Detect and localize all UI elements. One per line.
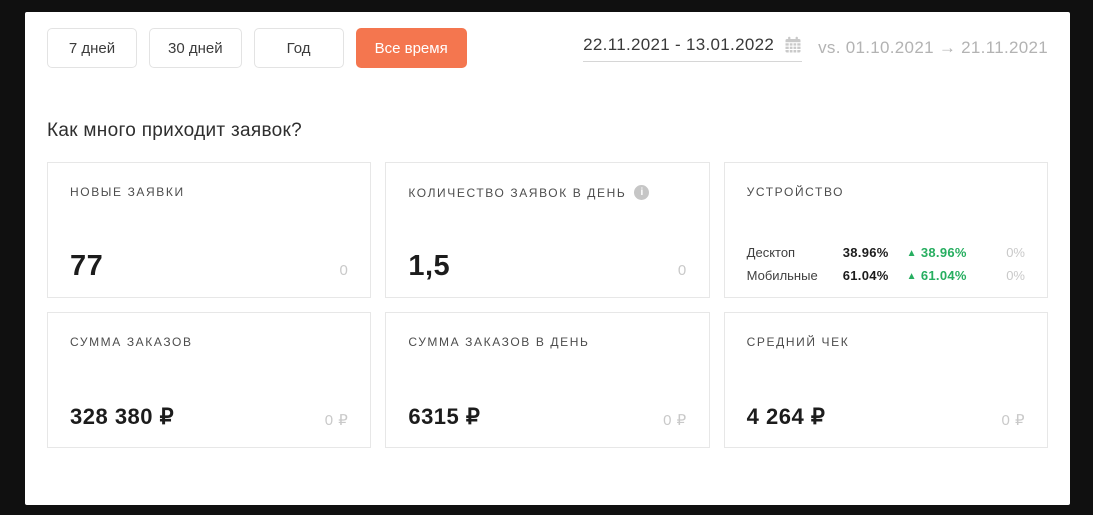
device-compare: 0% [1006,268,1025,283]
period-button-all-time[interactable]: Все время [355,28,467,68]
card-orders-sum: СУММА ЗАКАЗОВ 328 380 ₽ 0 ₽ [47,312,372,448]
device-value: 38.96% [842,245,889,260]
device-delta-value: 38.96% [920,245,967,260]
card-value: 6315 ₽ [408,404,481,429]
card-title-label: КОЛИЧЕСТВО ЗАЯВОК В ДЕНЬ [408,185,627,200]
calendar-icon[interactable] [784,36,802,54]
card-orders-per-day: СУММА ЗАКАЗОВ В ДЕНЬ 6315 ₽ 0 ₽ [385,312,710,448]
card-title: СУММА ЗАКАЗОВ [70,335,193,349]
card-device: УСТРОЙСТВО Десктоп 38.96% ▲ 38.96% 0% Моб… [723,162,1048,298]
device-label: Мобильные [746,268,818,283]
device-delta-value: 61.04% [920,268,967,283]
device-value: 61.04% [842,268,889,283]
metric-cards-grid: НОВЫЕ ЗАЯВКИ 77 0 КОЛИЧЕСТВО ЗАЯВОК В ДЕ… [47,162,1048,448]
card-value: 328 380 ₽ [70,404,175,429]
device-row-mobile: Мобильные 61.04% ▲ 61.04% 0% [747,268,1025,283]
comparison-range: vs. 01.10.2021 → 21.11.2021 [818,38,1048,57]
card-title: НОВЫЕ ЗАЯВКИ [70,185,185,199]
card-title: СУММА ЗАКАЗОВ В ДЕНЬ [408,335,590,349]
card-compare-value: 0 ₽ [324,412,349,429]
period-button-30-days[interactable]: 30 дней [149,28,242,68]
card-title: КОЛИЧЕСТВО ЗАЯВОК В ДЕНЬ i [408,185,686,200]
card-value: 4 264 ₽ [746,404,826,429]
toolbar: 7 дней 30 дней Год Все время 22.11.2021 … [47,28,1048,68]
card-new-requests: НОВЫЕ ЗАЯВКИ 77 0 [47,162,372,298]
device-delta: ▲ 61.04% [889,268,985,283]
card-value: 77 [70,250,104,282]
device-delta: ▲ 38.96% [889,245,985,260]
up-arrow-icon: ▲ [906,271,917,282]
card-compare-value: 0 [677,262,687,279]
card-requests-per-day: КОЛИЧЕСТВО ЗАЯВОК В ДЕНЬ i 1,5 0 [385,162,710,298]
page-frame: 7 дней 30 дней Год Все время 22.11.2021 … [0,0,1093,515]
card-compare-value: 0 [339,262,349,279]
device-row-desktop: Десктоп 38.96% ▲ 38.96% 0% [747,245,1025,260]
card-compare-value: 0 ₽ [1001,412,1025,429]
period-button-year[interactable]: Год [253,28,344,68]
device-breakdown: Десктоп 38.96% ▲ 38.96% 0% Мобильные 61.0… [747,245,1025,283]
period-filter-group: 7 дней 30 дней Год Все время [47,28,467,68]
card-avg-check: СРЕДНИЙ ЧЕК 4 264 ₽ 0 ₽ [723,312,1048,448]
info-icon[interactable]: i [634,185,650,200]
up-arrow-icon: ▲ [906,248,917,259]
device-compare: 0% [1006,245,1025,260]
card-value: 1,5 [408,250,451,282]
card-compare-value: 0 ₽ [663,412,687,429]
period-button-7-days[interactable]: 7 дней [47,28,137,68]
date-range-picker[interactable]: 22.11.2021 - 13.01.2022 [583,34,803,62]
section-title: Как много приходит заявок? [47,120,302,141]
card-title: УСТРОЙСТВО [746,185,845,199]
dashboard-page: 7 дней 30 дней Год Все время 22.11.2021 … [25,12,1070,505]
device-label: Десктоп [746,245,796,260]
card-title: СРЕДНИЙ ЧЕК [746,335,850,349]
date-area: 22.11.2021 - 13.01.2022 vs. 01.10.2021 →… [583,35,1048,62]
date-range-value: 22.11.2021 - 13.01.2022 [583,34,775,54]
